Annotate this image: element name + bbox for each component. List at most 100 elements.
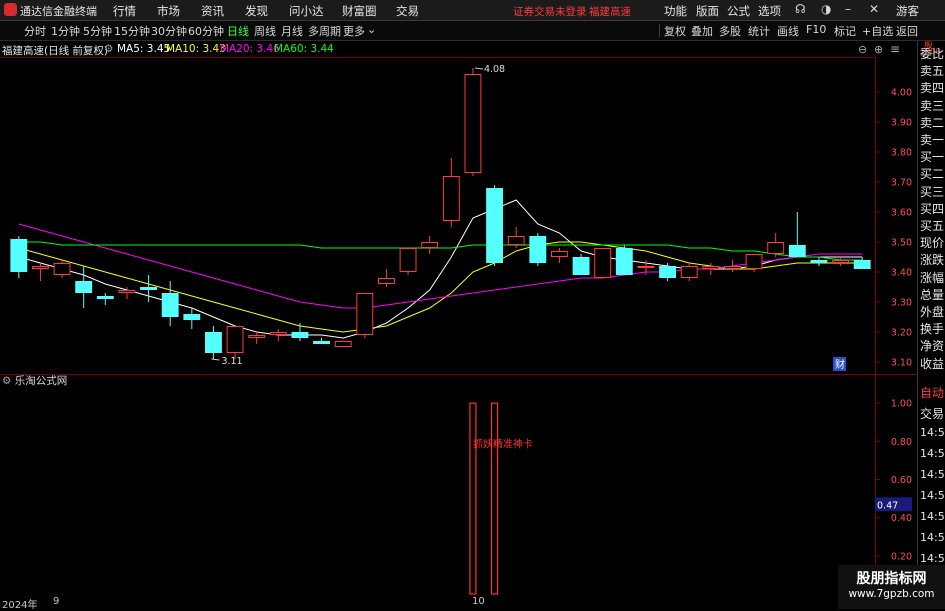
kline-chart[interactable]: 4.00 3.90 3.80 3.70 3.60 3.50 3.40 3.30 3.20 3.10… (0, 41, 917, 597)
menu-ask[interactable]: 问小达 (289, 3, 324, 19)
candle (378, 269, 395, 287)
candle-body (442, 176, 460, 221)
back-button[interactable]: 返回 (896, 23, 918, 39)
tf-30min[interactable]: 30分钟 (151, 23, 187, 39)
tick-time: 14:56 (920, 468, 945, 481)
candle (464, 68, 482, 176)
y-tick-label: 3.30 (891, 298, 912, 309)
candle-body (637, 266, 655, 268)
menu-function[interactable]: 功能 (664, 3, 687, 19)
close-icon[interactable]: ✕ (869, 2, 879, 16)
menu-options[interactable]: 选项 (758, 3, 781, 19)
candle-body (356, 293, 374, 335)
candle (853, 257, 871, 269)
menu-news[interactable]: 资讯 (201, 3, 224, 19)
candle-body (615, 248, 633, 275)
candle-body (421, 242, 439, 248)
candle-body (680, 266, 698, 278)
overlay-button[interactable]: 叠加 (691, 23, 713, 39)
trade-tab-label[interactable]: 交易 (920, 405, 944, 422)
app-logo-icon (4, 3, 17, 16)
candle-body (32, 266, 49, 269)
f10-button[interactable]: F10 (806, 23, 826, 36)
skin-icon[interactable]: ◑ (821, 2, 831, 16)
chevron-down-icon[interactable]: ⌄ (367, 23, 376, 36)
tf-more[interactable]: 更多 (343, 23, 365, 39)
trade-login-status[interactable]: 证券交易未登录 (513, 4, 587, 19)
minimize-icon[interactable]: – (845, 2, 851, 16)
menu-layout[interactable]: 版面 (696, 3, 719, 19)
cai-marker-label: 财 (835, 358, 845, 371)
candle (442, 158, 460, 227)
candle (96, 293, 114, 305)
indicator-title[interactable]: 乐淘公式网 (15, 375, 68, 387)
ind-y-tick-label: 0.60 (891, 475, 912, 486)
low-price-label: 3.11 (221, 356, 242, 367)
mark-button[interactable]: 标记 (834, 23, 856, 39)
candle (529, 233, 547, 266)
stats-button[interactable]: 统计 (748, 23, 770, 39)
ma-line-ma60 (18, 241, 863, 261)
candle (399, 248, 417, 275)
trade-tab-label[interactable]: 自动 (920, 384, 944, 401)
menu-wealth[interactable]: 财富圈 (342, 3, 377, 19)
quote-field-label: 卖一 (920, 133, 945, 147)
candle-body (226, 326, 244, 353)
candle-body (378, 278, 395, 284)
menu-trade[interactable]: 交易 (396, 3, 419, 19)
candle (205, 326, 222, 359)
high-price-label: 4.08 (484, 64, 505, 75)
quote-field-label: 卖三 (920, 98, 945, 113)
support-icon[interactable]: ☊ (795, 2, 806, 16)
date-axis: 2024年 9 10 (0, 596, 917, 611)
signal-annotation: 抓妖精准神卡 (473, 437, 533, 450)
high-pointer (474, 67, 483, 70)
multi-stock-button[interactable]: 多股 (719, 23, 741, 39)
tf-monthly[interactable]: 月线 (281, 23, 303, 39)
period-toolbar: 分时 1分钟 5分钟 15分钟 30分钟 60分钟 日线 周线 月线 多周期 更… (0, 21, 945, 41)
candle (53, 260, 71, 278)
quote-field-label: 涨跌 (920, 253, 945, 268)
current-stock-name: 福建高速 (589, 6, 631, 18)
quote-field-label: 总量 (920, 287, 945, 302)
ind-y-tick-label: 0.80 (891, 437, 912, 448)
candle (680, 263, 698, 281)
candle (226, 326, 244, 359)
candle-body (551, 251, 568, 257)
y-tick-label: 3.40 (891, 268, 912, 279)
watermark: 股朋指标网 www.7gpzb.com (838, 565, 945, 609)
tf-5min[interactable]: 5分钟 (83, 23, 112, 39)
tf-weekly[interactable]: 周线 (254, 23, 276, 39)
candle-body (810, 260, 828, 263)
indicator-header: ⚙ 乐淘公式网 (2, 373, 67, 388)
candle (161, 281, 179, 326)
tf-tick[interactable]: 分时 (24, 23, 46, 39)
candle-body (75, 281, 93, 293)
candle-body (10, 239, 28, 272)
menu-discover[interactable]: 发现 (245, 3, 268, 19)
indicator-gear-icon[interactable]: ⚙ (2, 375, 11, 387)
candle (291, 323, 309, 341)
tf-60min[interactable]: 60分钟 (188, 23, 224, 39)
adjust-button[interactable]: 复权 (664, 23, 686, 39)
candle (551, 248, 568, 263)
tf-multi[interactable]: 多周期 (308, 23, 341, 39)
candle-body (291, 332, 309, 338)
draw-button[interactable]: 画线 (777, 23, 799, 39)
candle (421, 236, 439, 254)
tf-daily[interactable]: 日线 (227, 23, 249, 39)
tf-1min[interactable]: 1分钟 (51, 23, 80, 39)
guest-user[interactable]: 游客 (896, 3, 919, 19)
quote-field-label: 买五 (920, 219, 945, 233)
menu-quotes[interactable]: 行情 (113, 3, 136, 19)
add-watchlist-button[interactable]: +自选 (862, 23, 893, 39)
candle-body (853, 260, 871, 269)
month-label-oct: 10 (472, 596, 485, 607)
menu-market[interactable]: 市场 (157, 3, 180, 19)
candle (724, 260, 741, 272)
menu-formula[interactable]: 公式 (727, 3, 750, 19)
title-bar: 通达信金融终端 行情 市场 资讯 发现 问小达 财富圈 交易 证券交易未登录 福… (0, 0, 945, 21)
tf-15min[interactable]: 15分钟 (114, 23, 150, 39)
candle-body (745, 254, 763, 269)
candle-body (594, 248, 612, 278)
